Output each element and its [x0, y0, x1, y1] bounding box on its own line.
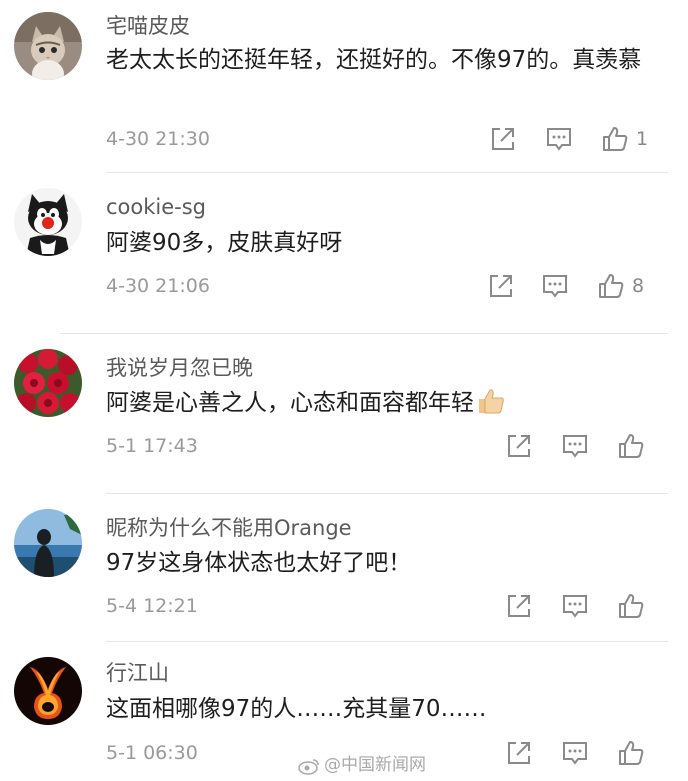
user-avatar[interactable]	[14, 349, 82, 417]
thumbs-up-icon	[619, 741, 644, 765]
like-button[interactable]	[600, 124, 630, 154]
cartoon-cat-avatar-icon	[14, 188, 82, 256]
username[interactable]: cookie-sg	[106, 195, 206, 219]
fire-letter-avatar-icon	[14, 657, 82, 725]
comment-icon	[547, 128, 571, 151]
thumbs-up-icon	[599, 274, 624, 298]
red-roses-avatar-icon	[14, 349, 82, 417]
comment-time: 4-30 21:06	[106, 275, 210, 297]
username[interactable]: 昵称为什么不能用Orange	[106, 512, 352, 542]
like-button[interactable]	[616, 591, 646, 621]
comment-time: 5-1 06:30	[106, 742, 198, 764]
comment-meta: 5-4 12:21	[106, 587, 688, 627]
divider	[106, 641, 668, 642]
share-icon	[508, 435, 530, 457]
share-button[interactable]	[486, 271, 516, 301]
comment-item: cookie-sg 阿婆90多，皮肤真好呀 4-30 21:06 8	[0, 175, 688, 335]
divider	[106, 493, 668, 494]
weibo-logo-icon	[298, 759, 319, 775]
share-icon	[492, 128, 514, 150]
comment-time: 5-4 12:21	[106, 595, 198, 617]
comment-time: 4-30 21:30	[106, 128, 210, 150]
divider	[106, 172, 668, 173]
username[interactable]: 行江山	[106, 657, 169, 687]
comment-button[interactable]	[540, 271, 570, 301]
comment-item: 昵称为什么不能用Orange 97岁这身体状态也太好了吧！ 5-4 12:21	[0, 495, 688, 643]
like-count: 1	[636, 128, 649, 150]
like-button[interactable]	[616, 431, 646, 461]
comment-button[interactable]	[560, 738, 590, 768]
divider	[60, 333, 668, 334]
like-button[interactable]	[616, 738, 646, 768]
user-avatar[interactable]	[14, 188, 82, 256]
kitten-avatar-icon	[14, 12, 82, 80]
comment-text: 阿婆90多，皮肤真好呀	[106, 230, 343, 256]
comment-button[interactable]	[544, 124, 574, 154]
comment-meta: 4-30 21:30 1	[106, 120, 688, 160]
watermark-text: @中国新闻网	[324, 755, 426, 775]
comment-text-content: 阿婆是心善之人，心态和面容都年轻	[106, 390, 474, 416]
comment-text: 97岁这身体状态也太好了吧！	[106, 550, 412, 576]
share-icon	[508, 742, 530, 764]
comment-meta: 4-30 21:06 8	[106, 267, 688, 307]
like-count: 8	[632, 275, 645, 297]
thumbs-up-icon	[619, 434, 644, 458]
username[interactable]: 宅喵皮皮	[106, 10, 190, 40]
comment-time: 5-1 17:43	[106, 435, 198, 457]
comment-item: 我说岁月忽已晚 阿婆是心善之人，心态和面容都年轻 5-1 17:43	[0, 335, 688, 495]
comment-item: 宅喵皮皮 老太太长的还挺年轻，还挺好的。不像97的。真羡慕 4-30 21:30…	[0, 0, 688, 175]
comment-text: 阿婆是心善之人，心态和面容都年轻	[106, 383, 646, 428]
seaside-silhouette-avatar-icon	[14, 509, 82, 577]
user-avatar[interactable]	[14, 12, 82, 80]
comment-icon	[563, 742, 587, 765]
like-button[interactable]	[596, 271, 626, 301]
comment-icon	[563, 595, 587, 618]
comment-text: 老太太长的还挺年轻，还挺好的。不像97的。真羡慕	[106, 47, 642, 73]
comment-text: 这面相哪像97的人……充其量70……	[106, 696, 487, 722]
share-icon	[490, 275, 512, 297]
username[interactable]: 我说岁月忽已晚	[106, 352, 253, 382]
share-button[interactable]	[504, 738, 534, 768]
share-button[interactable]	[504, 431, 534, 461]
user-avatar[interactable]	[14, 509, 82, 577]
comment-icon	[563, 435, 587, 458]
user-avatar[interactable]	[14, 657, 82, 725]
comment-meta: 5-1 17:43	[106, 427, 688, 467]
comment-button[interactable]	[560, 431, 590, 461]
comment-button[interactable]	[560, 591, 590, 621]
watermark: @中国新闻网	[298, 750, 426, 775]
thumbs-up-emoji-icon	[476, 387, 506, 428]
thumbs-up-icon	[603, 127, 628, 151]
comment-icon	[543, 275, 567, 298]
share-icon	[508, 595, 530, 617]
share-button[interactable]	[504, 591, 534, 621]
share-button[interactable]	[488, 124, 518, 154]
thumbs-up-icon	[619, 594, 644, 618]
